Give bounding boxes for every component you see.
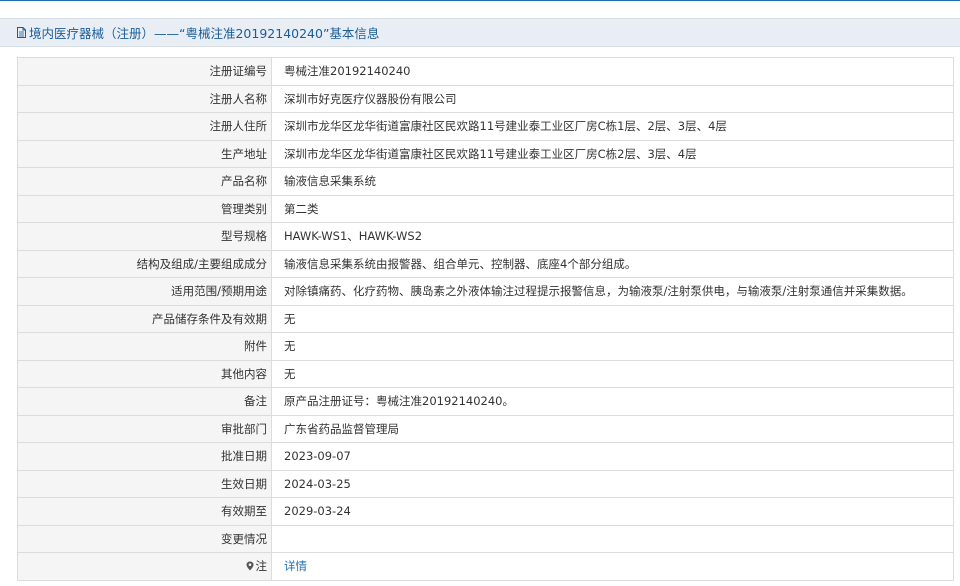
row-label: 型号规格 <box>17 222 272 251</box>
row-label: 注册人名称 <box>17 84 272 113</box>
row-label: 有效期至 <box>17 497 272 526</box>
row-value: 深圳市龙华区龙华街道富康社区民欢路11号建业泰工业区厂房C栋1层、2层、3层、4… <box>271 112 954 141</box>
detail-link[interactable]: 详情 <box>284 559 307 573</box>
row-value <box>271 524 954 553</box>
table-row: 生效日期 2024-03-25 <box>17 469 954 498</box>
table-row: 结构及组成/主要组成成分 输液信息采集系统由报警器、组合单元、控制器、底座4个部… <box>17 249 954 278</box>
table-row: 有效期至 2029-03-24 <box>17 497 954 526</box>
row-label: 生效日期 <box>17 469 272 498</box>
table-row: 产品储存条件及有效期 无 <box>17 304 954 333</box>
table-row: 型号规格 HAWK-WS1、HAWK-WS2 <box>17 222 954 251</box>
row-label: 注册人住所 <box>17 112 272 141</box>
row-value: 输液信息采集系统由报警器、组合单元、控制器、底座4个部分组成。 <box>271 249 954 278</box>
note-value-cell: 详情 <box>271 552 954 581</box>
row-value: 深圳市龙华区龙华街道富康社区民欢路11号建业泰工业区厂房C栋2层、3层、4层 <box>271 139 954 168</box>
row-value: 对除镇痛药、化疗药物、胰岛素之外液体输注过程提示报警信息，为输液泵/注射泵供电，… <box>271 277 954 306</box>
row-label: 产品储存条件及有效期 <box>17 304 272 333</box>
row-value: 无 <box>271 359 954 388</box>
table-row: 其他内容 无 <box>17 359 954 388</box>
info-table: 注册证编号 粤械注准20192140240 注册人名称 深圳市好克医疗仪器股份有… <box>17 57 954 581</box>
row-label: 注册证编号 <box>17 57 272 86</box>
row-label: 审批部门 <box>17 414 272 443</box>
document-icon <box>17 27 26 38</box>
table-row: 审批部门 广东省药品监督管理局 <box>17 414 954 443</box>
row-value: 无 <box>271 332 954 361</box>
note-label: 注 <box>255 559 268 574</box>
row-label: 管理类别 <box>17 194 272 223</box>
row-value: 无 <box>271 304 954 333</box>
table-row: 注册证编号 粤械注准20192140240 <box>17 57 954 86</box>
table-row: 附件 无 <box>17 332 954 361</box>
page-title: 境内医疗器械（注册）——“粤械注准20192140240”基本信息 <box>29 26 380 41</box>
row-value: 输液信息采集系统 <box>271 167 954 196</box>
table-row: 管理类别 第二类 <box>17 194 954 223</box>
row-value: 原产品注册证号：粤械注准20192140240。 <box>271 387 954 416</box>
row-value: 2023-09-07 <box>271 442 954 471</box>
row-label: 其他内容 <box>17 359 272 388</box>
row-label: 附件 <box>17 332 272 361</box>
row-label: 结构及组成/主要组成成分 <box>17 249 272 278</box>
row-label: 生产地址 <box>17 139 272 168</box>
row-label: 批准日期 <box>17 442 272 471</box>
row-label: 变更情况 <box>17 524 272 553</box>
table-row: 适用范围/预期用途 对除镇痛药、化疗药物、胰岛素之外液体输注过程提示报警信息，为… <box>17 277 954 306</box>
table-row: 变更情况 <box>17 524 954 553</box>
row-label: 备注 <box>17 387 272 416</box>
row-value: 广东省药品监督管理局 <box>271 414 954 443</box>
row-value: 2024-03-25 <box>271 469 954 498</box>
table-row: 注册人名称 深圳市好克医疗仪器股份有限公司 <box>17 84 954 113</box>
table-row: 批准日期 2023-09-07 <box>17 442 954 471</box>
table-row: 产品名称 输液信息采集系统 <box>17 167 954 196</box>
row-value: 第二类 <box>271 194 954 223</box>
table-row: 生产地址 深圳市龙华区龙华街道富康社区民欢路11号建业泰工业区厂房C栋2层、3层… <box>17 139 954 168</box>
panel-header: 境内医疗器械（注册）——“粤械注准20192140240”基本信息 <box>0 18 960 47</box>
top-accent-line <box>0 0 960 1</box>
table-row: 注册人住所 深圳市龙华区龙华街道富康社区民欢路11号建业泰工业区厂房C栋1层、2… <box>17 112 954 141</box>
row-label: 适用范围/预期用途 <box>17 277 272 306</box>
row-value: 深圳市好克医疗仪器股份有限公司 <box>271 84 954 113</box>
row-value: 粤械注准20192140240 <box>271 57 954 86</box>
pin-icon <box>246 560 254 571</box>
row-value: 2029-03-24 <box>271 497 954 526</box>
note-row: 注 详情 <box>17 552 954 581</box>
table-row: 备注 原产品注册证号：粤械注准20192140240。 <box>17 387 954 416</box>
note-label-cell: 注 <box>17 552 272 581</box>
row-value: HAWK-WS1、HAWK-WS2 <box>271 222 954 251</box>
row-label: 产品名称 <box>17 167 272 196</box>
